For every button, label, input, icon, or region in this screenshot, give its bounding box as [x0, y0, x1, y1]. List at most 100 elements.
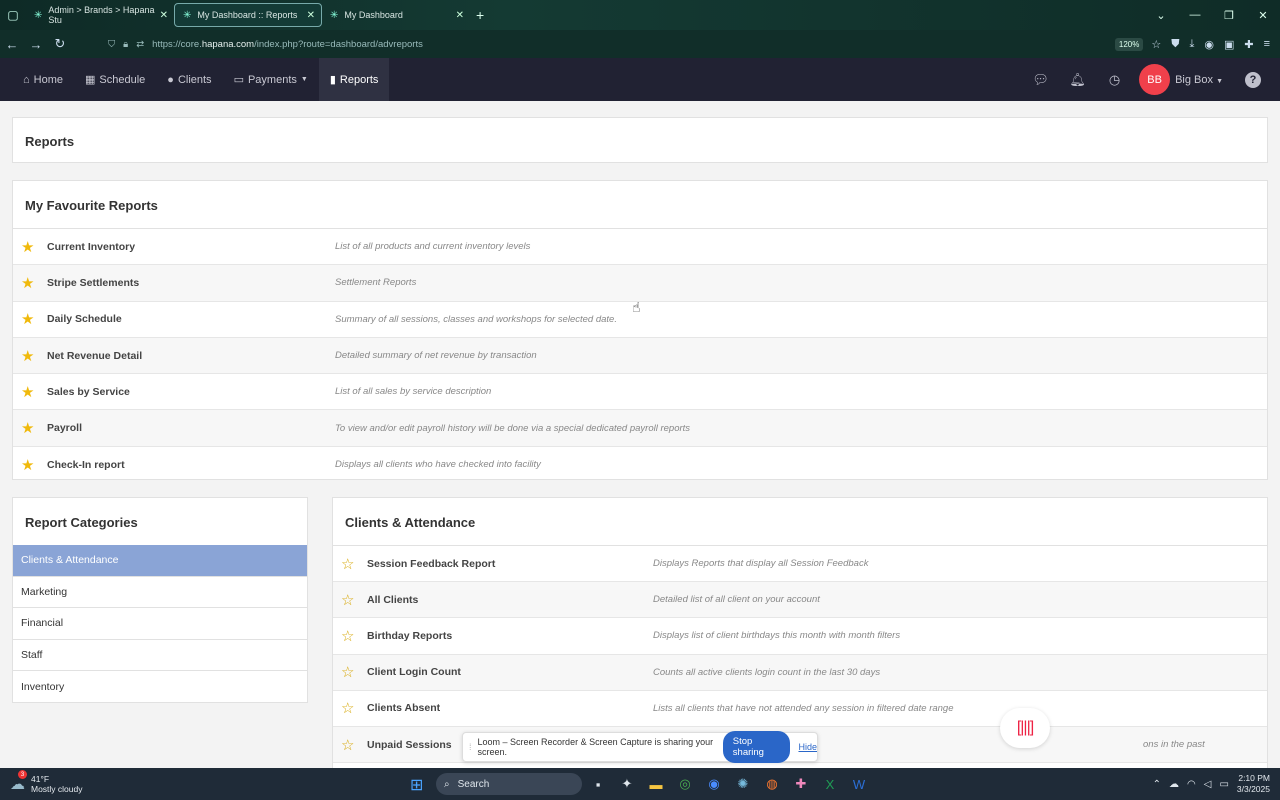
wifi-icon[interactable]: ◠ [1187, 779, 1196, 790]
new-tab-icon[interactable]: + [476, 7, 484, 23]
barcode-scanner-button[interactable]: [|||] [1000, 708, 1050, 748]
system-clock[interactable]: 2:10 PM 3/3/2025 [1237, 773, 1270, 795]
favourite-report-row[interactable]: ★ Check-In report Displays all clients w… [13, 447, 1267, 483]
url-field[interactable]: ⛉ 🔒︎ ⇄ https://core.hapana.com/index.php… [108, 39, 1115, 50]
reload-icon[interactable]: ↻ [48, 36, 72, 52]
onedrive-icon[interactable]: ☁ [1169, 779, 1179, 790]
nav-schedule[interactable]: ▦ Schedule [74, 58, 156, 101]
weather-widget[interactable]: ☁ 3 41°F Mostly cloudy [10, 770, 210, 794]
drag-handle-icon[interactable]: ⁞ [469, 742, 472, 752]
extension-badge-icon[interactable]: ▣ [1224, 38, 1234, 51]
category-clients-attendance[interactable]: Clients & Attendance [13, 545, 307, 577]
account-icon[interactable]: ◉ [1204, 38, 1214, 51]
bell-icon[interactable]: 🔔︎ [1059, 72, 1096, 88]
chrome-icon[interactable]: ◎ [675, 774, 695, 794]
chevron-down-icon[interactable]: ⌄ [1144, 9, 1178, 22]
star-outline-icon[interactable]: ☆ [341, 663, 354, 681]
slack-icon[interactable]: ✚ [791, 774, 811, 794]
chevron-up-icon[interactable]: ⌃ [1153, 779, 1161, 790]
report-name[interactable]: Unpaid Sessions [367, 739, 452, 751]
star-outline-icon[interactable]: ☆ [341, 627, 354, 645]
favourite-report-row[interactable]: ★ Payroll To view and/or edit payroll hi… [13, 410, 1267, 447]
battery-icon[interactable]: ▭ [1219, 779, 1228, 790]
nav-home[interactable]: ⌂ Home [12, 58, 74, 101]
back-icon[interactable]: ← [0, 37, 24, 52]
menu-icon[interactable]: ≡ [1264, 38, 1270, 51]
category-report-row[interactable]: ☆ Client Login Count Counts all active c… [333, 654, 1267, 691]
report-name[interactable]: Net Revenue Detail [47, 350, 142, 362]
star-filled-icon[interactable]: ★ [21, 419, 34, 437]
star-filled-icon[interactable]: ★ [21, 347, 34, 365]
report-name[interactable]: Check-In report [47, 459, 125, 471]
bookmark-star-icon[interactable]: ☆ [1151, 38, 1161, 51]
report-name[interactable]: Payroll [47, 422, 82, 434]
windows-start-icon[interactable]: ⊞ [410, 775, 423, 795]
star-filled-icon[interactable]: ★ [21, 238, 34, 256]
report-name[interactable]: Stripe Settlements [47, 277, 139, 289]
close-icon[interactable]: ✕ [1246, 9, 1280, 22]
tab-list-icon[interactable]: ▢ [0, 0, 26, 30]
firefox-icon[interactable]: ◍ [762, 774, 782, 794]
category-report-row[interactable]: ☆ Birthday Reports Displays list of clie… [333, 618, 1267, 655]
report-name[interactable]: Client Login Count [367, 666, 461, 678]
category-inventory[interactable]: Inventory [13, 671, 307, 703]
nav-reports[interactable]: ▮ Reports [318, 58, 390, 101]
star-filled-icon[interactable]: ★ [21, 310, 34, 328]
tab-close-icon[interactable]: ✕ [307, 10, 315, 21]
star-filled-icon[interactable]: ★ [21, 383, 34, 401]
tab-close-icon[interactable]: ✕ [160, 10, 168, 21]
report-name[interactable]: Session Feedback Report [367, 558, 495, 570]
app-icon[interactable]: ✺ [733, 774, 753, 794]
favourite-report-row[interactable]: ★ Net Revenue Detail Detailed summary of… [13, 337, 1267, 375]
browser-tab-admin[interactable]: ✳ Admin > Brands > Hapana Stu ✕ [26, 3, 174, 27]
browser-tab-reports[interactable]: ✳ My Dashboard :: Reports ✕ [174, 3, 322, 27]
star-outline-icon[interactable]: ☆ [341, 699, 354, 717]
zoom-app-icon[interactable]: ◉ [704, 774, 724, 794]
category-staff[interactable]: Staff [13, 640, 307, 672]
star-filled-icon[interactable]: ★ [21, 274, 34, 292]
taskbar-search[interactable]: ⌕ Search [436, 773, 582, 795]
nav-payments[interactable]: ▭ Payments ▼ [223, 58, 319, 101]
excel-icon[interactable]: X [820, 774, 840, 794]
star-outline-icon[interactable]: ☆ [341, 555, 354, 573]
category-marketing[interactable]: Marketing [13, 577, 307, 609]
restore-icon[interactable]: ❐ [1212, 9, 1246, 22]
avatar[interactable]: BB [1139, 64, 1171, 95]
favourite-report-row[interactable]: ★ Sales by Service List of all sales by … [13, 374, 1267, 411]
category-report-row[interactable]: ☆ Clients Absent Lists all clients that … [333, 691, 1267, 727]
volume-icon[interactable]: ◁ [1204, 779, 1212, 790]
help-icon[interactable]: ? [1245, 71, 1261, 88]
download-icon[interactable]: ⤓ [1189, 38, 1194, 51]
file-explorer-icon[interactable]: ▪ [588, 774, 608, 794]
report-name[interactable]: Birthday Reports [367, 630, 452, 642]
favourite-report-row[interactable]: ★ Current Inventory List of all products… [13, 229, 1267, 266]
copilot-icon[interactable]: ✦ [617, 774, 637, 794]
forward-icon[interactable]: → [24, 37, 48, 52]
user-menu[interactable]: Big Box ▼ [1175, 74, 1223, 86]
chat-icon[interactable]: 💬︎ [1022, 72, 1059, 88]
star-outline-icon[interactable]: ☆ [341, 736, 354, 754]
report-name[interactable]: Sales by Service [47, 386, 130, 398]
star-outline-icon[interactable]: ☆ [341, 591, 354, 609]
report-name[interactable]: All Clients [367, 594, 418, 606]
hide-link[interactable]: Hide [798, 742, 817, 752]
minimize-icon[interactable]: — [1178, 9, 1212, 21]
browser-tab-dashboard[interactable]: ✳ My Dashboard ✕ [322, 3, 470, 27]
extensions-icon[interactable]: ✚ [1244, 38, 1253, 51]
favourite-report-row[interactable]: ★ Stripe Settlements Settlement Reports [13, 265, 1267, 302]
folder-icon[interactable]: ▬ [646, 774, 666, 794]
word-icon[interactable]: W [849, 774, 869, 794]
stop-sharing-button[interactable]: Stop sharing [722, 731, 791, 763]
category-report-row[interactable]: ☆ All Clients Detailed list of all clien… [333, 582, 1267, 619]
nav-clients[interactable]: ● Clients [156, 58, 222, 101]
report-name[interactable]: Clients Absent [367, 702, 440, 714]
tab-close-icon[interactable]: ✕ [456, 10, 464, 21]
clock-icon[interactable]: ◷ [1096, 72, 1133, 88]
report-name[interactable]: Current Inventory [47, 241, 135, 253]
category-report-row[interactable]: ☆ Session Feedback Report Displays Repor… [333, 546, 1267, 583]
report-name[interactable]: Daily Schedule [47, 313, 122, 325]
zoom-level[interactable]: 120% [1114, 37, 1144, 51]
star-filled-icon[interactable]: ★ [21, 456, 34, 474]
category-financial[interactable]: Financial [13, 608, 307, 640]
pocket-icon[interactable]: ⛊ [1171, 38, 1179, 51]
